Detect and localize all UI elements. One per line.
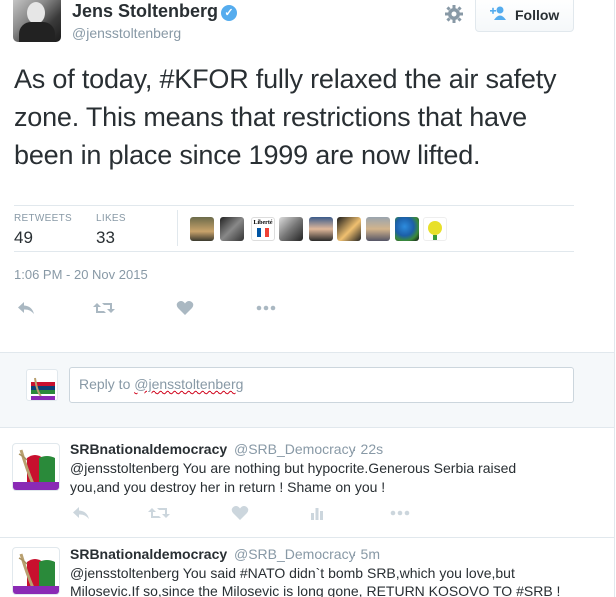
reply-author-handle[interactable]: @SRB_Democracy bbox=[234, 441, 356, 457]
likes-count[interactable]: 33 bbox=[96, 228, 115, 248]
retweets-count[interactable]: 49 bbox=[14, 228, 33, 248]
reply-prefix: Reply to bbox=[79, 376, 135, 392]
retweets-label: RETWEETS bbox=[14, 213, 72, 224]
reply-tweet[interactable]: SRBnationaldemocracy @SRB_Democracy · 5m… bbox=[0, 537, 614, 597]
retweet-icon[interactable] bbox=[146, 505, 172, 525]
reply-icon[interactable] bbox=[13, 300, 39, 320]
reply-actions bbox=[0, 505, 614, 525]
liker-avatar[interactable] bbox=[190, 217, 214, 241]
reply-tweet[interactable]: SRBnationaldemocracy @SRB_Democracy · 22… bbox=[0, 429, 614, 537]
user-avatar[interactable] bbox=[26, 369, 58, 401]
reply-time[interactable]: · 22s bbox=[352, 441, 383, 457]
add-user-icon bbox=[489, 5, 509, 24]
more-icon[interactable] bbox=[387, 505, 413, 525]
tweet-text: As of today, #KFOR fully relaxed the air… bbox=[14, 64, 557, 170]
reply-text-line: Milosevic.If so,since the Milosevic is l… bbox=[70, 583, 561, 597]
more-icon[interactable] bbox=[253, 300, 279, 320]
reply-author-name[interactable]: SRBnationaldemocracy bbox=[70, 546, 227, 562]
tweet-timestamp[interactable]: 1:06 PM - 20 Nov 2015 bbox=[14, 267, 148, 282]
retweet-icon[interactable] bbox=[91, 300, 117, 320]
author-avatar[interactable] bbox=[13, 0, 61, 42]
verified-badge-icon: ✓ bbox=[221, 5, 237, 21]
liker-avatar[interactable] bbox=[423, 217, 447, 241]
reply-icon[interactable] bbox=[68, 505, 94, 525]
author-handle[interactable]: @jensstoltenberg bbox=[72, 25, 181, 41]
reply-time[interactable]: · 5m bbox=[352, 546, 380, 562]
heart-icon[interactable] bbox=[172, 300, 198, 320]
follow-label: Follow bbox=[515, 7, 560, 23]
divider bbox=[177, 210, 178, 246]
heart-icon[interactable] bbox=[227, 505, 253, 525]
liker-avatar[interactable] bbox=[279, 217, 303, 241]
reply-author-name[interactable]: SRBnationaldemocracy bbox=[70, 441, 227, 457]
column-border bbox=[614, 0, 615, 597]
likes-label: LIKES bbox=[96, 213, 126, 224]
reply-author-handle[interactable]: @SRB_Democracy bbox=[234, 546, 356, 562]
liker-avatar[interactable] bbox=[366, 217, 390, 241]
reply-author-avatar[interactable] bbox=[12, 547, 60, 595]
analytics-icon[interactable] bbox=[304, 505, 330, 525]
reply-composer: Reply to @jensstoltenberg bbox=[0, 352, 614, 428]
tweet-header: Jens Stoltenberg ✓ @jensstoltenberg Foll… bbox=[0, 0, 616, 48]
liker-avatar[interactable] bbox=[337, 217, 361, 241]
reply-text-line: @jensstoltenberg You are nothing but hyp… bbox=[70, 460, 517, 476]
liker-avatar-text: Liberté bbox=[253, 220, 273, 226]
divider bbox=[14, 251, 574, 252]
reply-input[interactable]: Reply to @jensstoltenberg bbox=[69, 367, 574, 403]
liker-avatar[interactable] bbox=[220, 217, 244, 241]
liker-avatar[interactable] bbox=[395, 217, 419, 241]
liker-avatar[interactable]: Liberté bbox=[251, 217, 275, 241]
reply-text-line: @jensstoltenberg You said #NATO didn`t b… bbox=[70, 565, 515, 581]
liker-avatar[interactable] bbox=[309, 217, 333, 241]
author-name[interactable]: Jens Stoltenberg bbox=[72, 1, 218, 22]
reply-handle: @jensstoltenberg bbox=[134, 376, 244, 392]
divider bbox=[14, 205, 574, 206]
reply-text-line: you,and you destroy her in return ! Sham… bbox=[70, 479, 386, 495]
follow-button[interactable]: Follow bbox=[475, 0, 574, 32]
reply-author-avatar[interactable] bbox=[12, 443, 60, 491]
gear-icon[interactable] bbox=[443, 4, 465, 26]
